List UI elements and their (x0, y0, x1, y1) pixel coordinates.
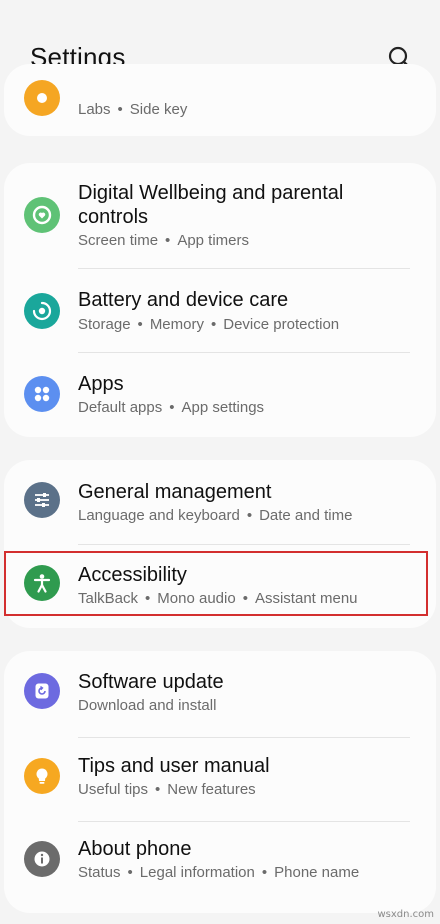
settings-item-subtitle: Status • Legal information • Phone name (78, 864, 360, 881)
settings-item-general-management[interactable]: General management Language and keyboard… (4, 460, 436, 544)
sliders-icon (24, 482, 60, 518)
settings-card-1: Digital Wellbeing and parental controls … (4, 163, 436, 437)
settings-item-label: Software update (78, 671, 224, 693)
software-update-icon (24, 673, 60, 709)
settings-item-software-update[interactable]: Software update Download and install (4, 651, 436, 736)
settings-item-apps[interactable]: Apps Default apps • App settings (4, 353, 436, 437)
settings-card-advanced: Labs • Side key (4, 64, 436, 136)
settings-item-subtitle: Default apps • App settings (78, 399, 265, 416)
settings-item-label: About phone (78, 838, 192, 860)
settings-item-subtitle: Download and install (78, 697, 217, 714)
apps-icon (24, 376, 60, 412)
settings-item-subtitle: Screen time • App timers (78, 232, 250, 249)
settings-item-label: Battery and device care (78, 289, 289, 311)
settings-item-subtitle: Labs • Side key (78, 101, 188, 118)
settings-item-subtitle: Storage • Memory • Device protection (78, 316, 340, 333)
settings-item-label-line2: controls (78, 206, 149, 228)
settings-item-label: Digital Wellbeing and parental (78, 182, 344, 204)
lightbulb-icon (24, 758, 60, 794)
settings-item-label: Tips and user manual (78, 755, 270, 777)
settings-item-about-phone[interactable]: About phone Status • Legal information • Pho… (4, 822, 436, 913)
wellbeing-icon (24, 197, 60, 233)
settings-item-tips[interactable]: Tips and user manual Useful tips • New fea… (4, 738, 436, 821)
watermark: wsxdn.com (377, 909, 434, 920)
settings-item-label: Apps (78, 373, 124, 395)
battery-care-icon (24, 293, 60, 329)
settings-card-3: Software update Download and install Tip… (4, 651, 436, 913)
settings-item-label: General management (78, 481, 272, 503)
highlight-box (4, 551, 428, 616)
settings-item-subtitle: Useful tips • New features (78, 781, 256, 798)
info-icon (24, 841, 60, 877)
settings-item-digital-wellbeing[interactable]: Digital Wellbeing and parental controls … (4, 163, 436, 267)
settings-item-subtitle: Language and keyboard • Date and time (78, 507, 353, 524)
puzzle-icon (24, 80, 60, 116)
settings-item-advanced-features[interactable]: Labs • Side key (4, 64, 436, 136)
settings-item-battery[interactable]: Battery and device care Storage • Memory • D… (4, 269, 436, 352)
